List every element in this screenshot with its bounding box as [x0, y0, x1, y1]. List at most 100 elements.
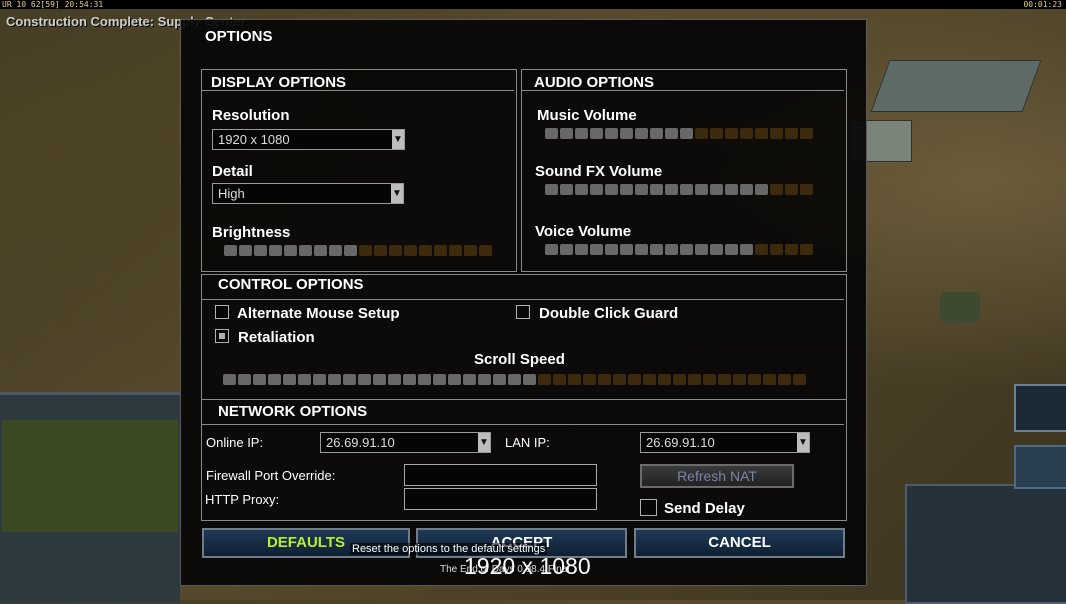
slider-segment[interactable]	[763, 374, 776, 385]
music-volume-slider[interactable]	[545, 128, 813, 139]
slider-segment[interactable]	[688, 374, 701, 385]
slider-segment[interactable]	[388, 374, 401, 385]
slider-segment[interactable]	[418, 374, 431, 385]
slider-segment[interactable]	[620, 128, 633, 139]
slider-segment[interactable]	[725, 244, 738, 255]
general-emblem-icon[interactable]	[1014, 384, 1066, 432]
slider-segment[interactable]	[755, 128, 768, 139]
slider-segment[interactable]	[650, 184, 663, 195]
slider-segment[interactable]	[359, 245, 372, 256]
slider-segment[interactable]	[545, 184, 558, 195]
slider-segment[interactable]	[650, 128, 663, 139]
slider-segment[interactable]	[635, 184, 648, 195]
slider-segment[interactable]	[374, 245, 387, 256]
slider-segment[interactable]	[710, 128, 723, 139]
slider-segment[interactable]	[268, 374, 281, 385]
slider-segment[interactable]	[299, 245, 312, 256]
slider-segment[interactable]	[733, 374, 746, 385]
slider-segment[interactable]	[695, 244, 708, 255]
slider-segment[interactable]	[680, 128, 693, 139]
chevron-down-icon[interactable]: ▼	[478, 433, 490, 452]
slider-segment[interactable]	[479, 245, 492, 256]
scroll-speed-slider[interactable]	[223, 374, 806, 385]
slider-segment[interactable]	[710, 184, 723, 195]
slider-segment[interactable]	[545, 244, 558, 255]
slider-segment[interactable]	[635, 244, 648, 255]
firewall-port-input[interactable]	[404, 464, 597, 486]
slider-segment[interactable]	[770, 128, 783, 139]
brightness-slider[interactable]	[224, 245, 492, 256]
slider-segment[interactable]	[239, 245, 252, 256]
double-click-guard-checkbox[interactable]	[516, 305, 530, 319]
slider-segment[interactable]	[710, 244, 723, 255]
slider-segment[interactable]	[800, 184, 813, 195]
slider-segment[interactable]	[314, 245, 327, 256]
slider-segment[interactable]	[254, 245, 267, 256]
slider-segment[interactable]	[419, 245, 432, 256]
slider-segment[interactable]	[695, 128, 708, 139]
slider-segment[interactable]	[553, 374, 566, 385]
slider-segment[interactable]	[785, 128, 798, 139]
slider-segment[interactable]	[329, 245, 342, 256]
slider-segment[interactable]	[313, 374, 326, 385]
slider-segment[interactable]	[568, 374, 581, 385]
slider-segment[interactable]	[328, 374, 341, 385]
slider-segment[interactable]	[238, 374, 251, 385]
slider-segment[interactable]	[740, 244, 753, 255]
slider-segment[interactable]	[628, 374, 641, 385]
slider-segment[interactable]	[800, 244, 813, 255]
http-proxy-input[interactable]	[404, 488, 597, 510]
slider-segment[interactable]	[560, 128, 573, 139]
resolution-dropdown[interactable]: 1920 x 1080 ▼	[212, 129, 405, 150]
slider-segment[interactable]	[283, 374, 296, 385]
slider-segment[interactable]	[560, 244, 573, 255]
slider-segment[interactable]	[643, 374, 656, 385]
slider-segment[interactable]	[740, 184, 753, 195]
slider-segment[interactable]	[590, 184, 603, 195]
slider-segment[interactable]	[665, 184, 678, 195]
slider-segment[interactable]	[343, 374, 356, 385]
slider-segment[interactable]	[620, 244, 633, 255]
slider-segment[interactable]	[358, 374, 371, 385]
slider-segment[interactable]	[298, 374, 311, 385]
lan-ip-dropdown[interactable]: 26.69.91.10 ▼	[640, 432, 810, 453]
slider-segment[interactable]	[673, 374, 686, 385]
slider-segment[interactable]	[434, 245, 447, 256]
slider-segment[interactable]	[389, 245, 402, 256]
slider-segment[interactable]	[523, 374, 536, 385]
slider-segment[interactable]	[800, 128, 813, 139]
slider-segment[interactable]	[748, 374, 761, 385]
slider-segment[interactable]	[785, 184, 798, 195]
slider-segment[interactable]	[464, 245, 477, 256]
slider-segment[interactable]	[493, 374, 506, 385]
cancel-button[interactable]: CANCEL	[634, 528, 845, 558]
slider-segment[interactable]	[650, 244, 663, 255]
slider-segment[interactable]	[590, 128, 603, 139]
slider-segment[interactable]	[575, 184, 588, 195]
slider-segment[interactable]	[478, 374, 491, 385]
slider-segment[interactable]	[463, 374, 476, 385]
slider-segment[interactable]	[778, 374, 791, 385]
retaliation-checkbox[interactable]	[215, 329, 229, 343]
slider-segment[interactable]	[680, 184, 693, 195]
slider-segment[interactable]	[575, 244, 588, 255]
slider-segment[interactable]	[605, 184, 618, 195]
slider-segment[interactable]	[605, 244, 618, 255]
slider-segment[interactable]	[583, 374, 596, 385]
slider-segment[interactable]	[725, 128, 738, 139]
slider-segment[interactable]	[404, 245, 417, 256]
send-delay-checkbox[interactable]	[640, 499, 657, 516]
slider-segment[interactable]	[224, 245, 237, 256]
slider-segment[interactable]	[433, 374, 446, 385]
slider-segment[interactable]	[695, 184, 708, 195]
slider-segment[interactable]	[223, 374, 236, 385]
slider-segment[interactable]	[658, 374, 671, 385]
slider-segment[interactable]	[770, 244, 783, 255]
online-ip-dropdown[interactable]: 26.69.91.10 ▼	[320, 432, 491, 453]
slider-segment[interactable]	[590, 244, 603, 255]
slider-segment[interactable]	[373, 374, 386, 385]
slider-segment[interactable]	[620, 184, 633, 195]
slider-segment[interactable]	[545, 128, 558, 139]
slider-segment[interactable]	[284, 245, 297, 256]
minimap[interactable]	[2, 420, 178, 532]
